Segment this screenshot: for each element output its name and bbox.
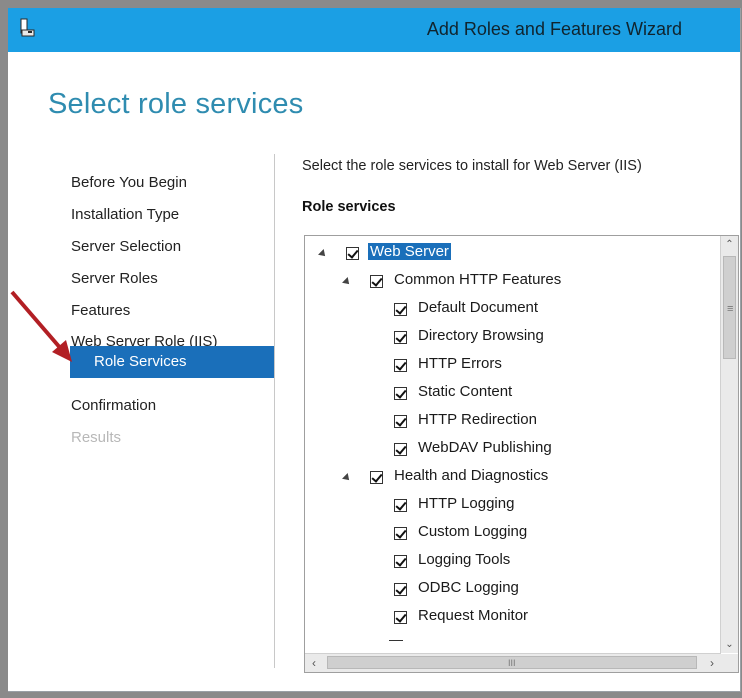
collapse-triangle-icon[interactable]: [342, 277, 352, 287]
tree-node-label: HTTP Logging: [418, 495, 515, 512]
tree-node-label: Common HTTP Features: [394, 271, 562, 288]
checkbox-checked-icon[interactable]: [394, 387, 407, 400]
vertical-scrollbar[interactable]: ⌃ ≡ ⌄: [720, 236, 738, 653]
nav-item-installation-type[interactable]: Installation Type: [71, 206, 179, 223]
tree-node-label: Health and Diagnostics: [394, 467, 549, 484]
tree-node-label: HTTP Redirection: [418, 411, 537, 428]
nav-item-server-selection[interactable]: Server Selection: [71, 238, 181, 255]
nav-item-confirmation[interactable]: Confirmation: [71, 397, 156, 414]
tree-node-label: Request Monitor: [418, 607, 529, 624]
tree-node-label: Directory Browsing: [418, 327, 544, 344]
collapse-triangle-icon[interactable]: [318, 249, 328, 259]
checkbox-checked-icon[interactable]: [394, 359, 407, 372]
checkbox-checked-icon[interactable]: [394, 555, 407, 568]
tree-node-label: Web Server: [368, 243, 451, 260]
checkbox-checked-icon[interactable]: [394, 499, 407, 512]
horizontal-scroll-thumb[interactable]: III: [327, 656, 697, 669]
nav-item-server-roles[interactable]: Server Roles: [71, 270, 158, 287]
nav-item-role-services[interactable]: Role Services: [70, 346, 274, 378]
checkbox-checked-icon[interactable]: [370, 275, 383, 288]
tree-node-label: Static Content: [418, 383, 513, 400]
server-manager-icon: [20, 18, 35, 37]
tree-node-label: ODBC Logging: [418, 579, 519, 596]
checkbox-checked-icon[interactable]: [394, 331, 407, 344]
checkbox-checked-icon[interactable]: [394, 527, 407, 540]
checkbox-checked-icon[interactable]: [394, 611, 407, 624]
scroll-up-icon[interactable]: ⌃: [721, 236, 738, 253]
checkbox-checked-icon[interactable]: [394, 443, 407, 456]
tree-node-label: Logging Tools: [418, 551, 511, 568]
role-services-tree[interactable]: Web Server Common HTTP Features Default …: [304, 235, 739, 673]
checkbox-checked-icon[interactable]: [370, 471, 383, 484]
tree-node-label: Custom Logging: [418, 523, 528, 540]
tree-node-label: HTTP Errors: [418, 355, 502, 372]
title-bar[interactable]: Add Roles and Features Wizard: [8, 8, 740, 52]
partially-hidden-row-edge: [389, 640, 403, 641]
wizard-window: Add Roles and Features Wizard Select rol…: [8, 8, 741, 692]
nav-item-role-services-label: Role Services: [94, 353, 187, 370]
grip-icon: ≡: [727, 303, 734, 315]
checkbox-checked-icon[interactable]: [394, 303, 407, 316]
horizontal-scrollbar[interactable]: ‹ III ›: [305, 653, 721, 672]
checkbox-checked-icon[interactable]: [394, 415, 407, 428]
scroll-left-icon[interactable]: ‹: [305, 654, 323, 672]
checkbox-checked-icon[interactable]: [346, 247, 359, 260]
vertical-scroll-thumb[interactable]: ≡: [723, 256, 736, 359]
collapse-triangle-icon[interactable]: [342, 473, 352, 483]
role-services-heading: Role services: [302, 199, 396, 215]
nav-divider: [274, 154, 275, 668]
nav-item-results: Results: [71, 429, 122, 446]
instruction-text: Select the role services to install for …: [302, 158, 642, 174]
tree-node-label: WebDAV Publishing: [418, 439, 552, 456]
window-title: Add Roles and Features Wizard: [426, 19, 682, 39]
red-arrow-annotation: [10, 290, 72, 362]
tree-node-label: Default Document: [418, 299, 539, 316]
nav-item-before-you-begin[interactable]: Before You Begin: [71, 174, 187, 191]
checkbox-checked-icon[interactable]: [394, 583, 407, 596]
scroll-right-icon[interactable]: ›: [703, 654, 721, 672]
page-title: Select role services: [48, 88, 304, 120]
scroll-down-icon[interactable]: ⌄: [721, 636, 738, 653]
scrollbar-corner: [721, 654, 738, 672]
grip-icon: III: [508, 658, 516, 668]
